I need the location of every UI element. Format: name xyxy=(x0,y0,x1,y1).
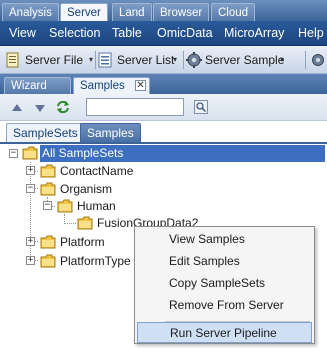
search-input[interactable] xyxy=(86,98,184,116)
folder-icon xyxy=(40,235,56,249)
folder-icon xyxy=(40,254,56,268)
collapse-icon[interactable]: − xyxy=(43,201,52,210)
menu-selection[interactable]: Selection xyxy=(49,21,100,45)
menu-microarray[interactable]: MicroArray xyxy=(224,21,284,45)
menu-item-view-samples[interactable]: View Samples xyxy=(135,229,314,250)
menu-table[interactable]: Table xyxy=(112,21,142,45)
tab-wizard[interactable]: Wizard xyxy=(4,77,71,94)
collapse-icon[interactable]: − xyxy=(9,149,18,158)
sub-tab-strip: SampleSets Samples xyxy=(0,121,327,144)
server-file-label: Server File xyxy=(25,53,84,67)
tab-samples-list[interactable]: Samples xyxy=(80,123,141,142)
toolbar-separator xyxy=(183,51,184,69)
tab-samples[interactable]: Samples ✕ xyxy=(73,77,150,94)
tree-node-label: Organism xyxy=(60,182,113,196)
menu-item-run-server-pipeline[interactable]: Run Server Pipeline xyxy=(137,322,312,343)
expand-icon[interactable]: + xyxy=(26,256,35,265)
top-tab-strip: Analysis Server Land Browser Cloud xyxy=(0,0,327,22)
server-file-button[interactable]: Server File ▾ xyxy=(6,50,106,70)
tab-samples-label: Samples xyxy=(80,80,125,92)
server-list-button[interactable]: Server List ▾ xyxy=(98,50,186,70)
file-icon xyxy=(6,52,19,68)
toolbar-separator xyxy=(305,51,306,69)
menu-help[interactable]: Help xyxy=(298,21,324,45)
tree-line xyxy=(64,223,76,224)
search-icon[interactable] xyxy=(194,100,208,114)
navigation-strip xyxy=(0,94,327,121)
tab-cloud[interactable]: Cloud xyxy=(211,3,256,21)
tree-node-label: PlatformType xyxy=(60,254,131,268)
folder-icon xyxy=(57,199,73,213)
tree-node-label: Platform xyxy=(60,235,105,249)
tab-analysis[interactable]: Analysis xyxy=(2,3,59,21)
menu-item-copy-samplesets[interactable]: Copy SampleSets xyxy=(135,273,314,294)
chevron-down-icon: ▾ xyxy=(89,55,94,64)
toolbar-separator xyxy=(95,51,96,69)
folder-icon xyxy=(40,164,56,178)
refresh-icon[interactable] xyxy=(56,100,70,114)
server-list-label: Server List xyxy=(117,53,175,67)
tab-samplesets[interactable]: SampleSets xyxy=(6,123,85,142)
arrow-up-icon[interactable] xyxy=(11,102,23,114)
server-sample-label: Server Sample xyxy=(205,53,285,67)
close-icon[interactable]: ✕ xyxy=(135,80,146,91)
tab-land[interactable]: Land xyxy=(112,3,152,21)
chevron-down-icon: ▾ xyxy=(280,55,285,64)
menu-bar: View Selection Table OmicData MicroArray… xyxy=(0,21,327,46)
gear-icon[interactable] xyxy=(311,52,325,68)
arrow-down-icon[interactable] xyxy=(34,102,46,114)
server-sample-button[interactable]: Server Sample ▾ xyxy=(186,50,306,70)
tab-browser[interactable]: Browser xyxy=(153,3,210,21)
pane-tab-strip: Wizard Samples ✕ xyxy=(0,74,327,94)
folder-icon xyxy=(77,216,93,230)
expand-icon[interactable]: + xyxy=(26,166,35,175)
folder-icon xyxy=(22,146,38,160)
menu-item-edit-samples[interactable]: Edit Samples xyxy=(135,251,314,272)
menu-item-remove-from-server[interactable]: Remove From Server xyxy=(135,295,314,316)
folder-icon xyxy=(40,182,56,196)
menu-view[interactable]: View xyxy=(9,21,36,45)
tab-server[interactable]: Server xyxy=(60,3,108,22)
tree-node-label: All SampleSets xyxy=(42,146,124,160)
chevron-down-icon: ▾ xyxy=(173,55,178,64)
toolbar: Server File ▾ Server List ▾ Server Sampl… xyxy=(0,46,327,74)
tree-node-label: Human xyxy=(77,199,116,213)
list-icon xyxy=(98,52,112,68)
gear-icon xyxy=(186,52,202,68)
collapse-icon[interactable]: − xyxy=(26,184,35,193)
expand-icon[interactable]: + xyxy=(26,237,35,246)
menu-omicdata[interactable]: OmicData xyxy=(157,21,213,45)
tree-line xyxy=(30,162,31,261)
context-menu: View Samples Edit Samples Copy SampleSet… xyxy=(134,226,315,344)
tree-node-label: ContactName xyxy=(60,164,134,178)
